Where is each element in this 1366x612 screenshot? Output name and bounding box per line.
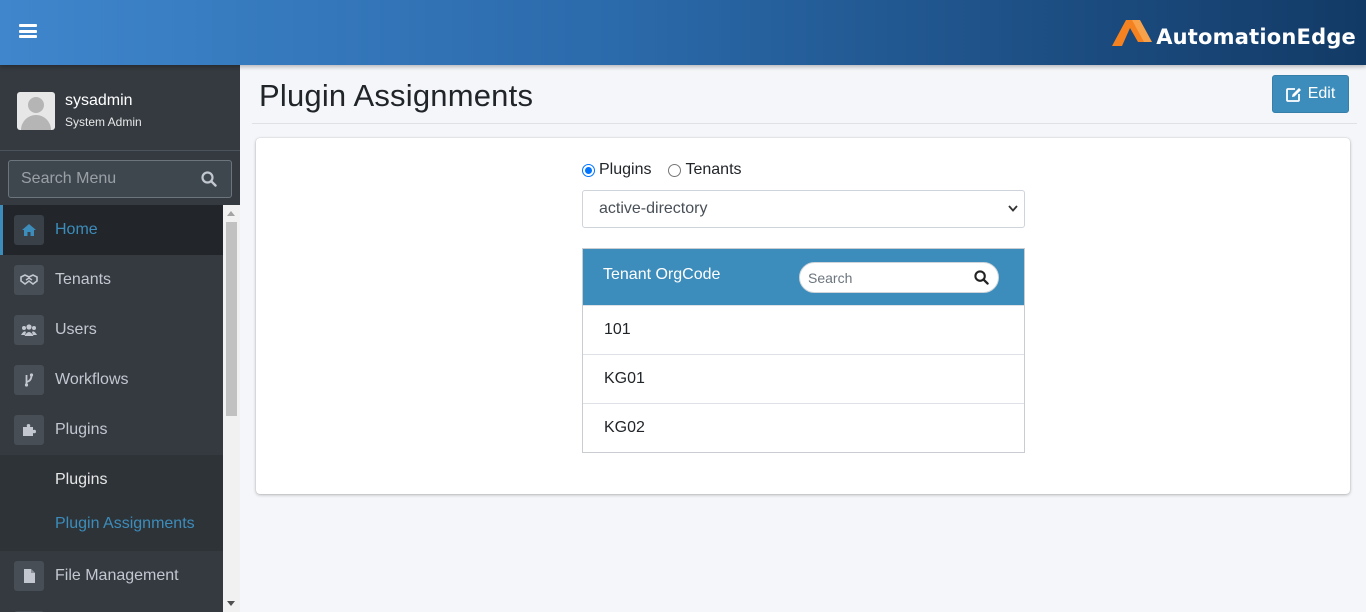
sidebar-item-file-management[interactable]: File Management: [0, 551, 223, 601]
radio-circle[interactable]: [582, 163, 595, 177]
branch-icon: [24, 373, 34, 387]
user-role: System Admin: [65, 115, 142, 129]
chevron-down-icon: [1008, 205, 1018, 212]
header-divider: [252, 123, 1357, 124]
table-row[interactable]: KG01: [583, 354, 1024, 403]
tenant-table: Tenant OrgCode 101 KG01 KG02: [582, 248, 1025, 453]
file-icon: [23, 569, 35, 583]
menu-search-box: [8, 160, 232, 198]
sidebar-item-label: Users: [55, 321, 97, 338]
brand-name: AutomationEdge: [1156, 25, 1356, 49]
sidebar-item-label: Plugins: [55, 421, 108, 438]
plugin-select-value: active-directory: [599, 200, 708, 217]
sidebar-item-partial[interactable]: [0, 601, 223, 612]
sidebar-item-label: File Management: [55, 567, 179, 584]
sidebar: sysadmin System Admin Home Ten: [0, 65, 240, 612]
table-search-box: [799, 262, 999, 293]
page-title: Plugin Assignments: [259, 78, 534, 113]
sidebar-scrollbar[interactable]: [223, 205, 240, 612]
search-icon[interactable]: [974, 270, 989, 285]
handshake-icon: [20, 274, 38, 285]
column-title: Tenant OrgCode: [603, 266, 721, 283]
sidebar-item-users[interactable]: Users: [0, 305, 223, 355]
edit-button[interactable]: Edit: [1272, 75, 1349, 113]
users-icon: [21, 324, 37, 336]
table-search-input[interactable]: [800, 263, 960, 292]
content-header: Plugin Assignments: [259, 78, 533, 114]
user-panel: sysadmin System Admin: [0, 65, 240, 151]
sidebar-item-label: Tenants: [55, 271, 112, 288]
top-navbar: AutomationEdge: [0, 0, 1366, 65]
sidebar-subitem-plugin-assignments[interactable]: Plugin Assignments: [0, 502, 223, 546]
radio-circle[interactable]: [668, 163, 682, 177]
radio-label: Plugins: [599, 161, 652, 178]
edit-icon: [1285, 87, 1301, 102]
sidebar-item-label: Workflows: [55, 371, 129, 388]
sidebar-item-label: Home: [55, 221, 98, 238]
sidebar-subitem-plugins[interactable]: Plugins: [0, 458, 223, 502]
radio-tenants[interactable]: Tenants: [668, 161, 742, 179]
radio-plugins[interactable]: Plugins: [582, 161, 651, 179]
plugin-select[interactable]: active-directory: [582, 190, 1025, 228]
scroll-thumb[interactable]: [226, 222, 237, 416]
table-row[interactable]: 101: [583, 305, 1024, 354]
search-icon[interactable]: [201, 171, 217, 187]
radio-label: Tenants: [685, 161, 742, 178]
sidebar-subitem-label: Plugins: [55, 471, 108, 488]
edit-button-label: Edit: [1307, 85, 1336, 102]
puzzle-icon: [23, 424, 36, 436]
table-header: Tenant OrgCode: [583, 249, 1024, 305]
avatar[interactable]: [17, 92, 55, 130]
sidebar-item-tenants[interactable]: Tenants: [0, 255, 223, 305]
user-name[interactable]: sysadmin: [65, 92, 133, 110]
menu-search-input[interactable]: [9, 161, 189, 197]
view-mode-radios: Plugins Tenants: [582, 161, 759, 179]
sidebar-item-plugins[interactable]: Plugins: [0, 405, 223, 455]
menu-toggle-icon[interactable]: [19, 24, 37, 38]
home-icon: [22, 224, 36, 236]
sidebar-subitem-label: Plugin Assignments: [55, 515, 195, 532]
sidebar-item-workflows[interactable]: Workflows: [0, 355, 223, 405]
scroll-up-icon[interactable]: [227, 211, 235, 216]
sidebar-item-home[interactable]: Home: [0, 205, 223, 255]
plugins-submenu: Plugins Plugin Assignments: [0, 455, 223, 551]
brand-logo: AutomationEdge: [1110, 12, 1356, 52]
automationedge-logo-icon: [1112, 20, 1153, 46]
table-row[interactable]: KG02: [583, 403, 1024, 452]
scroll-down-icon[interactable]: [227, 601, 235, 606]
sidebar-nav: Home Tenants Users Workflows Plugins Plu…: [0, 205, 223, 612]
